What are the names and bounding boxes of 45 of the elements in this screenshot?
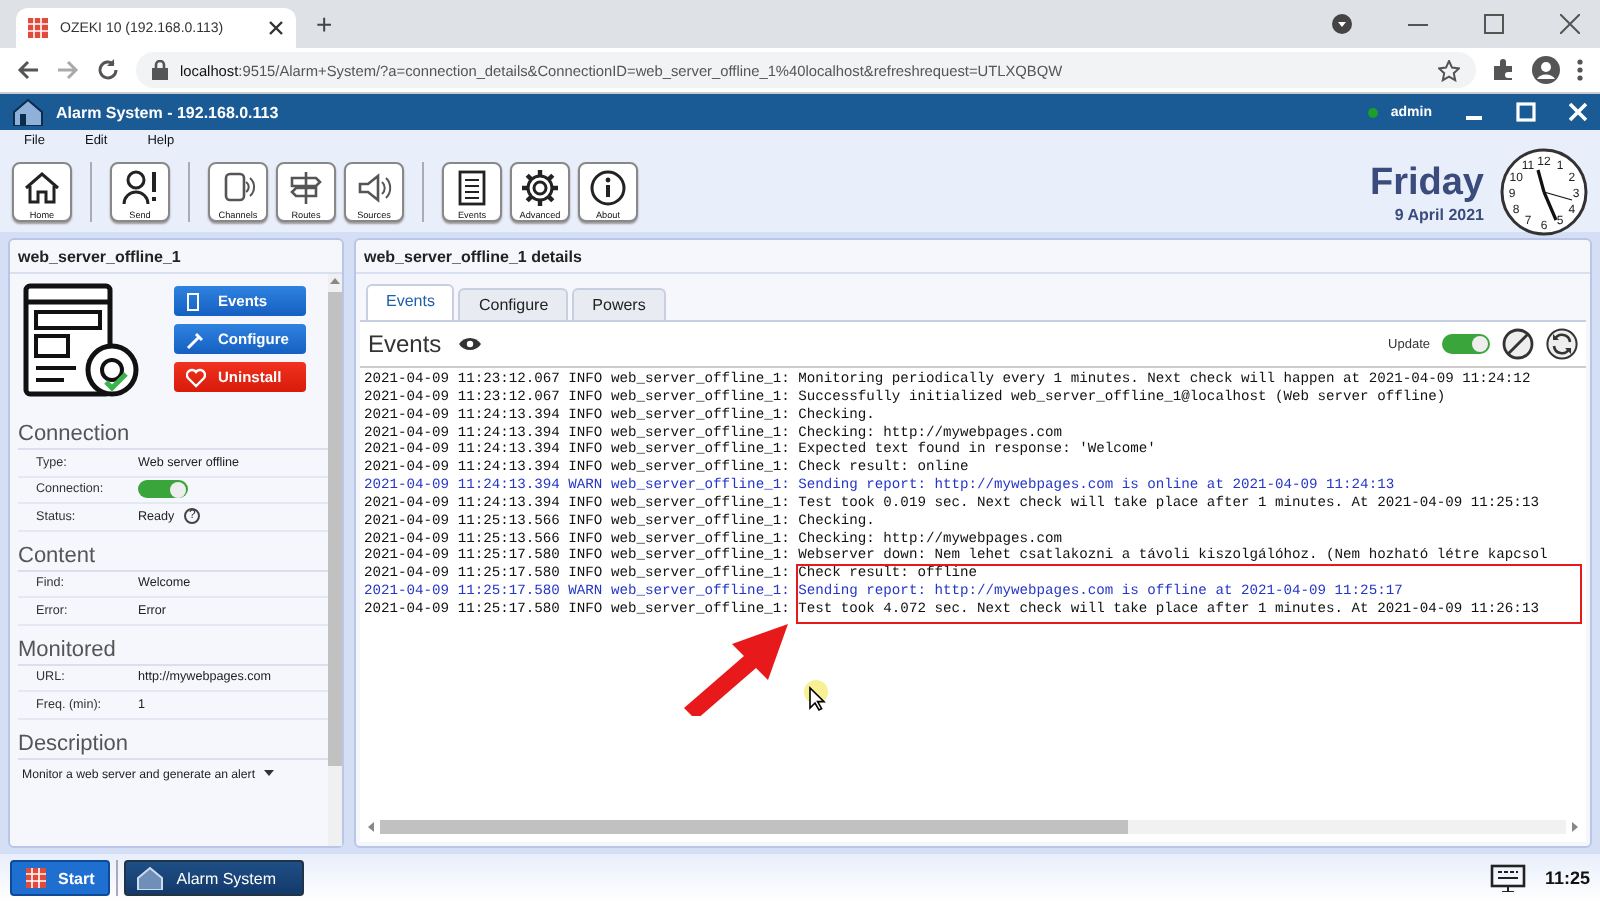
panel-title: web_server_offline_1 [10, 240, 342, 274]
avatar-icon[interactable] [1532, 56, 1560, 84]
wrench-icon [186, 329, 206, 349]
taskbar-app[interactable]: Alarm System [124, 860, 305, 896]
house-icon [136, 866, 165, 890]
refresh-icon[interactable] [1546, 328, 1578, 360]
start-button[interactable]: Start [10, 860, 111, 896]
day-label: Friday [1369, 161, 1484, 205]
panel-title: web_server_offline_1 details [356, 240, 1590, 274]
update-toggle[interactable] [1442, 334, 1490, 354]
block-icon[interactable] [1502, 328, 1534, 360]
close-icon[interactable] [268, 20, 284, 36]
right-arrow-icon [1572, 821, 1578, 831]
eye-icon[interactable] [457, 336, 482, 352]
puzzle-icon[interactable] [1492, 58, 1516, 82]
left-arrow-icon [368, 821, 374, 831]
star-icon[interactable] [1438, 59, 1460, 81]
clock-time: 11:25 [1544, 868, 1590, 888]
more-icon[interactable] [1576, 58, 1584, 82]
back-arrow-icon[interactable] [16, 58, 40, 82]
grid-icon [26, 868, 46, 888]
scrollbar[interactable] [328, 274, 342, 846]
toggle-switch[interactable] [138, 480, 188, 499]
person-icon [118, 166, 162, 210]
house-icon [12, 98, 44, 126]
keyboard-monitor-icon[interactable] [1490, 864, 1527, 892]
up-arrow-icon [330, 278, 340, 284]
close-icon[interactable] [1560, 14, 1580, 34]
grid-icon [28, 18, 48, 38]
tab[interactable]: Events [366, 284, 455, 320]
reload-icon[interactable] [96, 58, 120, 82]
info-icon [586, 166, 630, 210]
maximize-icon[interactable] [1484, 14, 1504, 34]
dropdown-arrow-icon[interactable] [263, 769, 274, 775]
new-tab-button[interactable]: + [308, 8, 341, 40]
date-label: 9 April 2021 [1392, 205, 1484, 223]
events-title: Events [368, 330, 442, 358]
tab[interactable]: Configure [458, 288, 569, 320]
dropdown-icon[interactable] [1332, 14, 1352, 34]
house-icon [20, 166, 64, 210]
cursor-icon [804, 680, 828, 712]
gear-icon [518, 166, 562, 210]
lock-icon [152, 60, 168, 80]
tab[interactable]: Powers [572, 288, 666, 320]
app-title: Alarm System - 192.168.0.113 [56, 103, 279, 121]
